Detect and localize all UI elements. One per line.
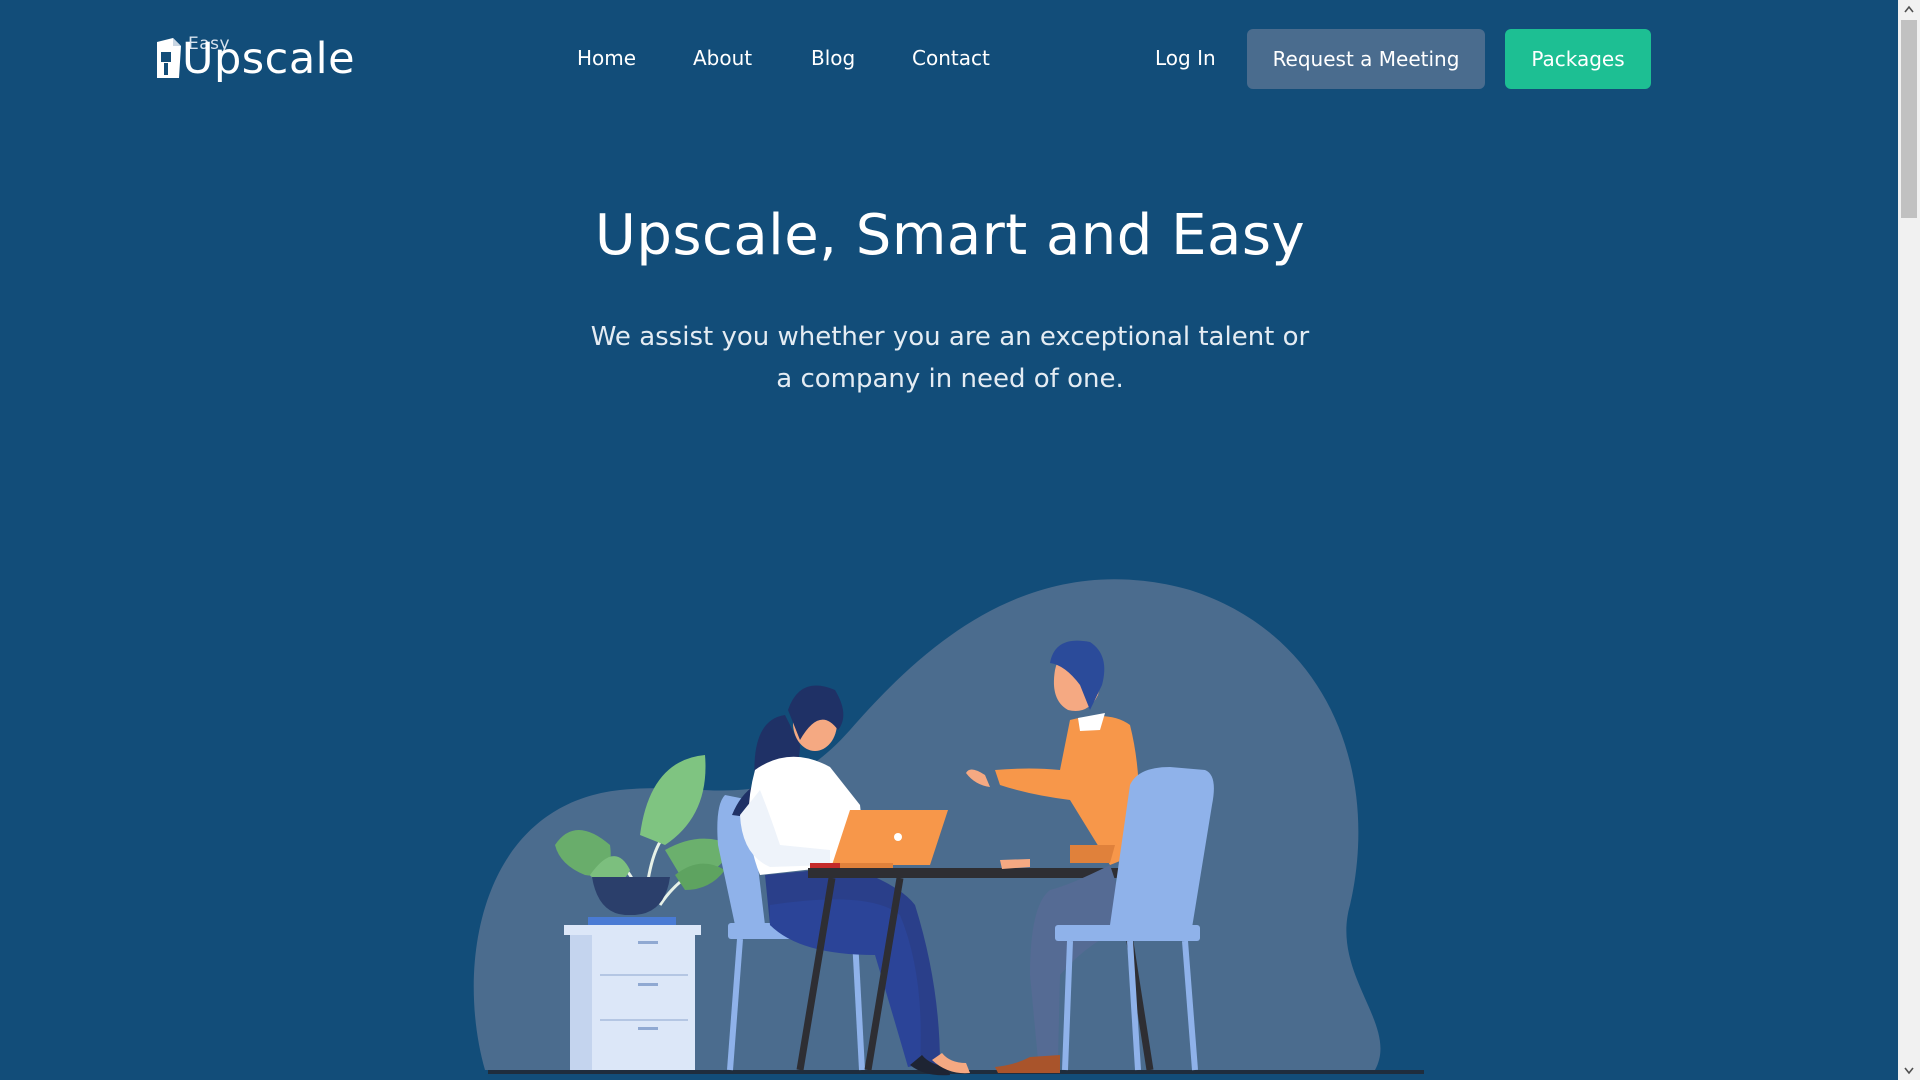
nav-contact-link[interactable]: Contact (912, 46, 990, 70)
cabinet (564, 925, 701, 1070)
upscale-logo-icon (157, 38, 181, 78)
landing-page: Easy Upscale Home About Blog Contact Log… (0, 0, 1920, 1080)
arrow-up-icon[interactable] (1898, 0, 1920, 18)
arrow-down-icon[interactable] (1898, 1062, 1920, 1080)
nav-about-link[interactable]: About (693, 46, 752, 70)
brand-logo[interactable]: Easy Upscale (151, 34, 355, 84)
vertical-scrollbar[interactable] (1898, 0, 1920, 1080)
request-meeting-button[interactable]: Request a Meeting (1247, 29, 1485, 89)
hero-subtitle: We assist you whether you are an excepti… (590, 322, 1310, 394)
hero-title: Upscale, Smart and Easy (594, 203, 1306, 268)
scroll-thumb[interactable] (1901, 20, 1917, 218)
logo-wordmark: Upscale (182, 34, 356, 84)
login-link[interactable]: Log In (1155, 46, 1216, 70)
packages-button[interactable]: Packages (1505, 29, 1651, 89)
meeting-illustration (473, 579, 1424, 1076)
nav-home-link[interactable]: Home (577, 46, 636, 70)
nav-blog-link[interactable]: Blog (811, 46, 855, 70)
